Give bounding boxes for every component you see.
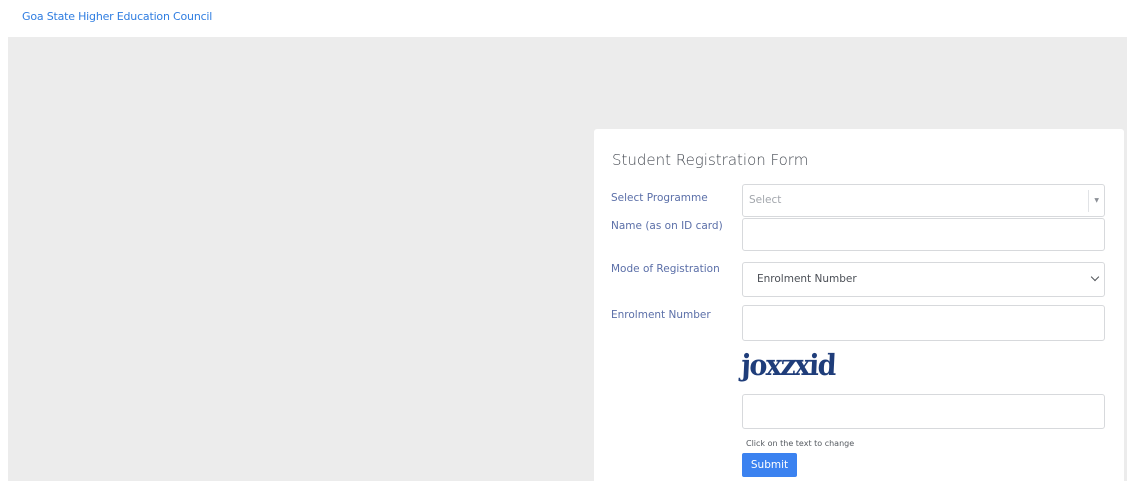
registration-card: Student Registration Form Select Program… bbox=[594, 129, 1124, 495]
programme-select[interactable]: Select ▼ bbox=[742, 184, 1105, 217]
main-content: Student Registration Form Select Program… bbox=[8, 37, 1127, 495]
mode-label: Mode of Registration bbox=[611, 263, 720, 275]
enrolment-number-field[interactable] bbox=[742, 305, 1105, 341]
programme-label: Select Programme bbox=[611, 192, 708, 204]
captcha-input[interactable] bbox=[742, 394, 1105, 429]
chevron-down-icon bbox=[1090, 272, 1100, 282]
form-title: Student Registration Form bbox=[612, 151, 809, 169]
brand-link[interactable]: Goa State Higher Education Council bbox=[22, 10, 212, 23]
captcha-hint: Click on the text to change bbox=[746, 439, 855, 448]
select-divider bbox=[1088, 190, 1089, 212]
submit-button[interactable]: Submit bbox=[742, 453, 797, 477]
top-navbar: Goa State Higher Education Council bbox=[0, 0, 1127, 37]
name-field[interactable] bbox=[742, 218, 1105, 251]
captcha-image[interactable]: joxzxid bbox=[740, 349, 836, 382]
mode-select[interactable]: Enrolment Number bbox=[742, 262, 1105, 297]
programme-placeholder: Select bbox=[749, 194, 782, 206]
enrolment-label: Enrolment Number bbox=[611, 309, 711, 321]
caret-down-icon: ▼ bbox=[1094, 197, 1099, 204]
mode-selected-value: Enrolment Number bbox=[757, 273, 857, 285]
name-label: Name (as on ID card) bbox=[611, 220, 723, 232]
